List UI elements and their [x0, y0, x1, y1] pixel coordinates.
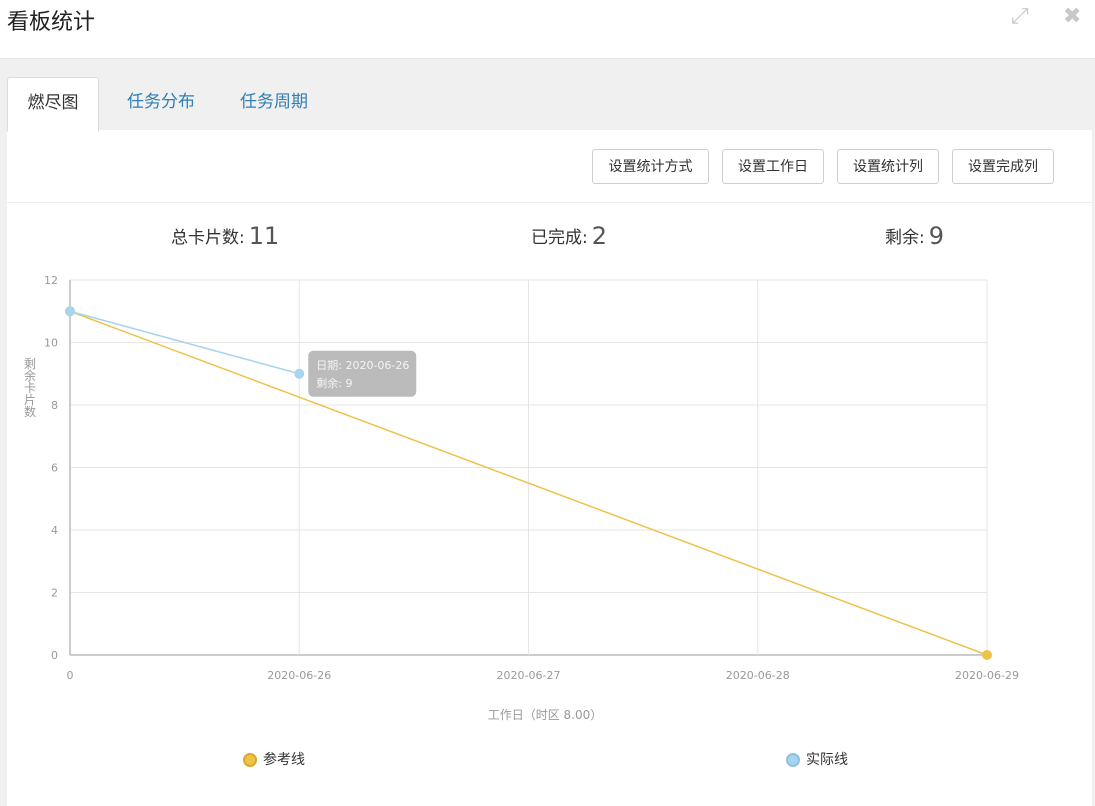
legend-actual-label: 实际线 — [806, 752, 848, 768]
modal-title: 看板统计 — [7, 10, 96, 35]
y-tick-label: 2 — [51, 587, 58, 600]
x-tick-label: 2020-06-26 — [267, 669, 331, 682]
tooltip-remain: 剩余: 9 — [316, 376, 352, 390]
y-tick-label: 12 — [44, 274, 58, 287]
tab-task-distribution[interactable]: 任务分布 — [111, 77, 211, 129]
expand-icon[interactable]: ⤢ — [1011, 4, 1029, 30]
tab-bar: 燃尽图 任务分布 任务周期 — [7, 77, 1092, 132]
tooltip-date: 日期: 2020-06-26 — [316, 359, 409, 372]
x-tick-label: 2020-06-29 — [955, 669, 1019, 682]
burndown-panel: 设置统计方式 设置工作日 设置统计列 设置完成列 总卡片数: 11 已完成: 2 剩… — [7, 130, 1092, 806]
y-axis-label: 剩余卡片数 — [24, 357, 36, 419]
legend-reference[interactable]: 参考线 — [243, 749, 305, 769]
tab-task-cycle[interactable]: 任务周期 — [224, 77, 324, 129]
legend-actual[interactable]: 实际线 — [786, 749, 848, 769]
y-tick-label: 8 — [51, 399, 58, 412]
x-tick-label: 0 — [67, 669, 74, 682]
tooltip-box — [308, 350, 417, 397]
data-point — [65, 306, 75, 317]
legend-reference-label: 参考线 — [263, 752, 305, 768]
y-tick-label: 10 — [44, 337, 58, 350]
chart-tooltip: 日期: 2020-06-26 剩余: 9 — [308, 350, 417, 397]
kanban-stats-modal: 看板统计 ⤢ ✖ 燃尽图 任务分布 任务周期 设置统计方式 设置工作日 设置统计… — [0, 0, 1095, 806]
close-icon[interactable]: ✖ — [1063, 4, 1081, 30]
y-tick-label: 6 — [51, 462, 58, 475]
y-tick-label: 0 — [51, 649, 58, 662]
x-tick-label: 2020-06-28 — [726, 669, 790, 682]
data-point — [294, 368, 305, 379]
data-point — [982, 650, 992, 660]
modal-header: 看板统计 ⤢ ✖ — [0, 0, 1095, 59]
legend-actual-marker — [786, 753, 800, 767]
y-tick-label: 4 — [51, 524, 58, 537]
x-axis-label: 工作日（时区 8.00） — [488, 708, 603, 722]
burndown-chart: 0 2 4 6 8 10 12 0 2020-06-26 2020-06-27 2020-06-28… — [24, 274, 1019, 722]
x-tick-label: 2020-06-27 — [497, 669, 561, 682]
legend-reference-marker — [243, 753, 257, 767]
tab-burndown[interactable]: 燃尽图 — [7, 77, 99, 132]
